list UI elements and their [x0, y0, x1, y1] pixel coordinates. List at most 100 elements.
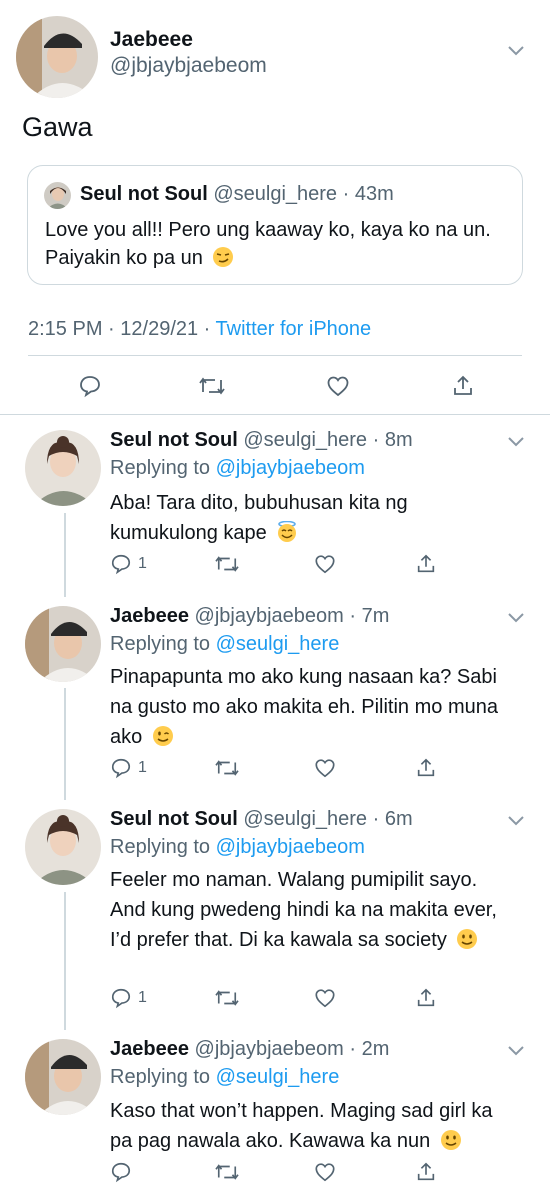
reply-author-handle[interactable]: @seulgi_here: [243, 429, 367, 451]
separator-dot: ·: [367, 429, 385, 451]
reply-count: 1: [138, 555, 147, 572]
chevron-down-icon[interactable]: [507, 814, 525, 832]
tweet-text: Gawa: [22, 112, 93, 142]
replying-to-link[interactable]: @jbjaybjaebeom: [216, 836, 365, 858]
thread-connector: [64, 892, 66, 1030]
separator-dot: ·: [102, 318, 121, 340]
reply-button[interactable]: 1: [110, 757, 147, 779]
reply-button[interactable]: 1: [110, 553, 147, 575]
replying-to: Replying to @seulgi_here: [110, 633, 339, 656]
chevron-down-icon[interactable]: [507, 1044, 525, 1062]
thread-connector: [64, 513, 66, 597]
quote-author-handle: @seulgi_here: [213, 183, 338, 205]
reply-text: Aba! Tara dito, bubuhusan kita ng kumuku…: [110, 492, 408, 544]
retweet-icon[interactable]: [198, 374, 226, 398]
retweet-icon[interactable]: [214, 757, 240, 779]
reply-text-wrap: Feeler mo naman. Walang pumipilit sayo. …: [110, 865, 510, 955]
replying-to-label: Replying to: [110, 457, 211, 479]
avatar-seulgi[interactable]: [25, 809, 101, 885]
reply-time: 2m: [361, 1038, 390, 1060]
reply-count: 1: [138, 759, 147, 776]
main-action-bar: [0, 362, 550, 410]
share-icon[interactable]: [415, 553, 437, 575]
replying-to: Replying to @seulgi_here: [110, 1066, 339, 1089]
divider: [0, 414, 550, 415]
quote-avatar: [44, 182, 71, 209]
quote-text-wrap: Love you all!! Pero ung kaaway ko, kaya …: [45, 216, 505, 272]
replying-to-link[interactable]: @jbjaybjaebeom: [216, 457, 365, 479]
tweet-time: 2:15 PM: [28, 318, 103, 340]
replying-to: Replying to @jbjaybjaebeom: [110, 457, 365, 480]
reply-header: Jaebeee @jbjaybjaebeom · 2m: [110, 1038, 389, 1061]
reply-button[interactable]: 1: [110, 987, 147, 1009]
quote-header: Seul not Soul @seulgi_here · 43m: [80, 183, 394, 206]
reply-author-name[interactable]: Jaebeee: [110, 1038, 189, 1060]
tweet-meta: 2:15 PM · 12/29/21 · Twitter for iPhone: [28, 318, 371, 341]
like-icon[interactable]: [314, 553, 336, 575]
chevron-down-icon[interactable]: [507, 611, 525, 629]
reply-author-handle[interactable]: @jbjaybjaebeom: [195, 605, 344, 627]
reply-header: Jaebeee @jbjaybjaebeom · 7m: [110, 605, 389, 628]
separator-dot: ·: [343, 605, 362, 627]
reply-header: Seul not Soul @seulgi_here · 6m: [110, 808, 413, 831]
separator-dot: ·: [367, 808, 385, 830]
author-name[interactable]: Jaebeee: [110, 28, 193, 52]
like-icon[interactable]: [326, 374, 350, 398]
smile-emoji-icon: [456, 928, 478, 950]
replying-to-link[interactable]: @seulgi_here: [216, 1066, 340, 1088]
share-icon[interactable]: [451, 374, 475, 398]
reply-action-bar: 1: [110, 987, 530, 1017]
quote-author-name: Seul not Soul: [80, 183, 208, 205]
reply-time: 8m: [384, 429, 413, 451]
reply-action-bar: [110, 1161, 530, 1191]
reply-icon[interactable]: [78, 374, 102, 398]
replying-to: Replying to @jbjaybjaebeom: [110, 836, 365, 859]
reply-text-wrap: Kaso that won’t happen. Maging sad girl …: [110, 1096, 510, 1156]
like-icon[interactable]: [314, 757, 336, 779]
share-icon[interactable]: [415, 1161, 437, 1183]
replying-to-link[interactable]: @seulgi_here: [216, 633, 340, 655]
smile-emoji-icon: [440, 1129, 462, 1151]
replying-to-label: Replying to: [110, 633, 211, 655]
halo-emoji-icon: [276, 520, 298, 543]
tweet-source-link[interactable]: Twitter for iPhone: [216, 318, 372, 340]
reply-time: 6m: [384, 808, 413, 830]
retweet-icon[interactable]: [214, 987, 240, 1009]
avatar-jaebeee[interactable]: [25, 1039, 101, 1115]
reply-author-handle[interactable]: @seulgi_here: [243, 808, 367, 830]
reply-author-handle[interactable]: @jbjaybjaebeom: [195, 1038, 344, 1060]
reply-text-wrap: Aba! Tara dito, bubuhusan kita ng kumuku…: [110, 488, 510, 548]
like-icon[interactable]: [314, 1161, 336, 1183]
reply-header: Seul not Soul @seulgi_here · 8m: [110, 429, 413, 452]
reply-text: Kaso that won’t happen. Maging sad girl …: [110, 1100, 493, 1152]
avatar-seulgi[interactable]: [25, 430, 101, 506]
quote-text: Love you all!! Pero ung kaaway ko, kaya …: [45, 219, 491, 269]
separator-dot: ·: [343, 1038, 362, 1060]
reply-time: 7m: [361, 605, 390, 627]
reply-button[interactable]: [110, 1161, 138, 1183]
reply-text-wrap: Pinapapunta mo ako kung nasaan ka? Sabi …: [110, 662, 510, 752]
reply-author-name[interactable]: Seul not Soul: [110, 808, 238, 830]
avatar-jaebeee[interactable]: [16, 16, 98, 98]
reply-action-bar: 1: [110, 757, 530, 787]
author-handle[interactable]: @jbjaybjaebeom: [110, 54, 267, 78]
retweet-icon[interactable]: [214, 553, 240, 575]
reply-action-bar: 1: [110, 553, 530, 583]
reply-author-name[interactable]: Seul not Soul: [110, 429, 238, 451]
retweet-icon[interactable]: [214, 1161, 240, 1183]
like-icon[interactable]: [314, 987, 336, 1009]
replying-to-label: Replying to: [110, 836, 211, 858]
reply-count: 1: [138, 989, 147, 1006]
quote-time: 43m: [354, 183, 394, 205]
reply-text: Feeler mo naman. Walang pumipilit sayo. …: [110, 869, 497, 951]
thread-connector: [64, 688, 66, 800]
chevron-down-icon[interactable]: [507, 44, 525, 62]
avatar-jaebeee[interactable]: [25, 606, 101, 682]
chevron-down-icon[interactable]: [507, 435, 525, 453]
separator-dot: ·: [337, 183, 355, 205]
divider: [28, 355, 522, 356]
share-icon[interactable]: [415, 987, 437, 1009]
replying-to-label: Replying to: [110, 1066, 211, 1088]
reply-author-name[interactable]: Jaebeee: [110, 605, 189, 627]
share-icon[interactable]: [415, 757, 437, 779]
